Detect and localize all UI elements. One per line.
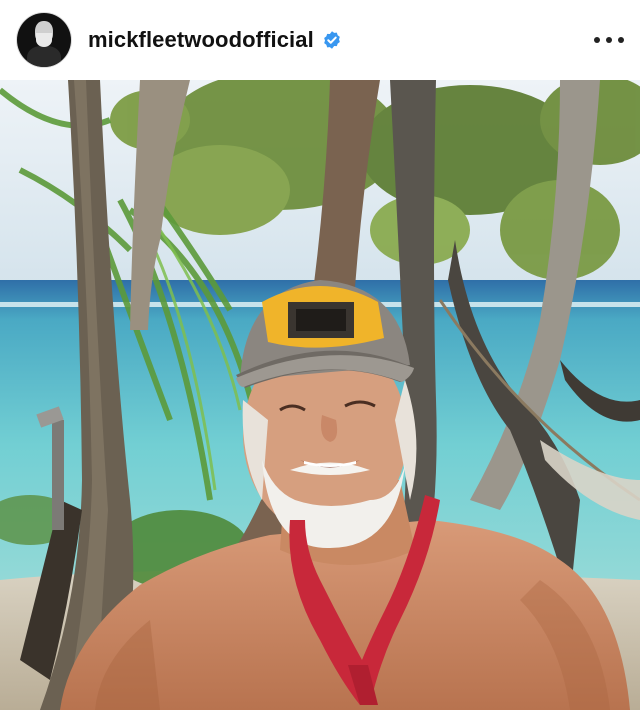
verified-badge-icon <box>323 31 340 49</box>
beach-photo <box>0 80 640 710</box>
avatar-beard <box>36 33 52 47</box>
dot <box>606 37 612 43</box>
post-header: mickfleetwoodofficial <box>0 0 640 80</box>
more-options-icon[interactable] <box>594 30 624 50</box>
post-image[interactable] <box>0 80 640 710</box>
username-link[interactable]: mickfleetwoodofficial <box>88 27 314 53</box>
dot <box>594 37 600 43</box>
bottom-spacer <box>0 710 640 717</box>
avatar-body <box>27 46 61 67</box>
dot <box>618 37 624 43</box>
profile-avatar[interactable] <box>17 13 71 67</box>
